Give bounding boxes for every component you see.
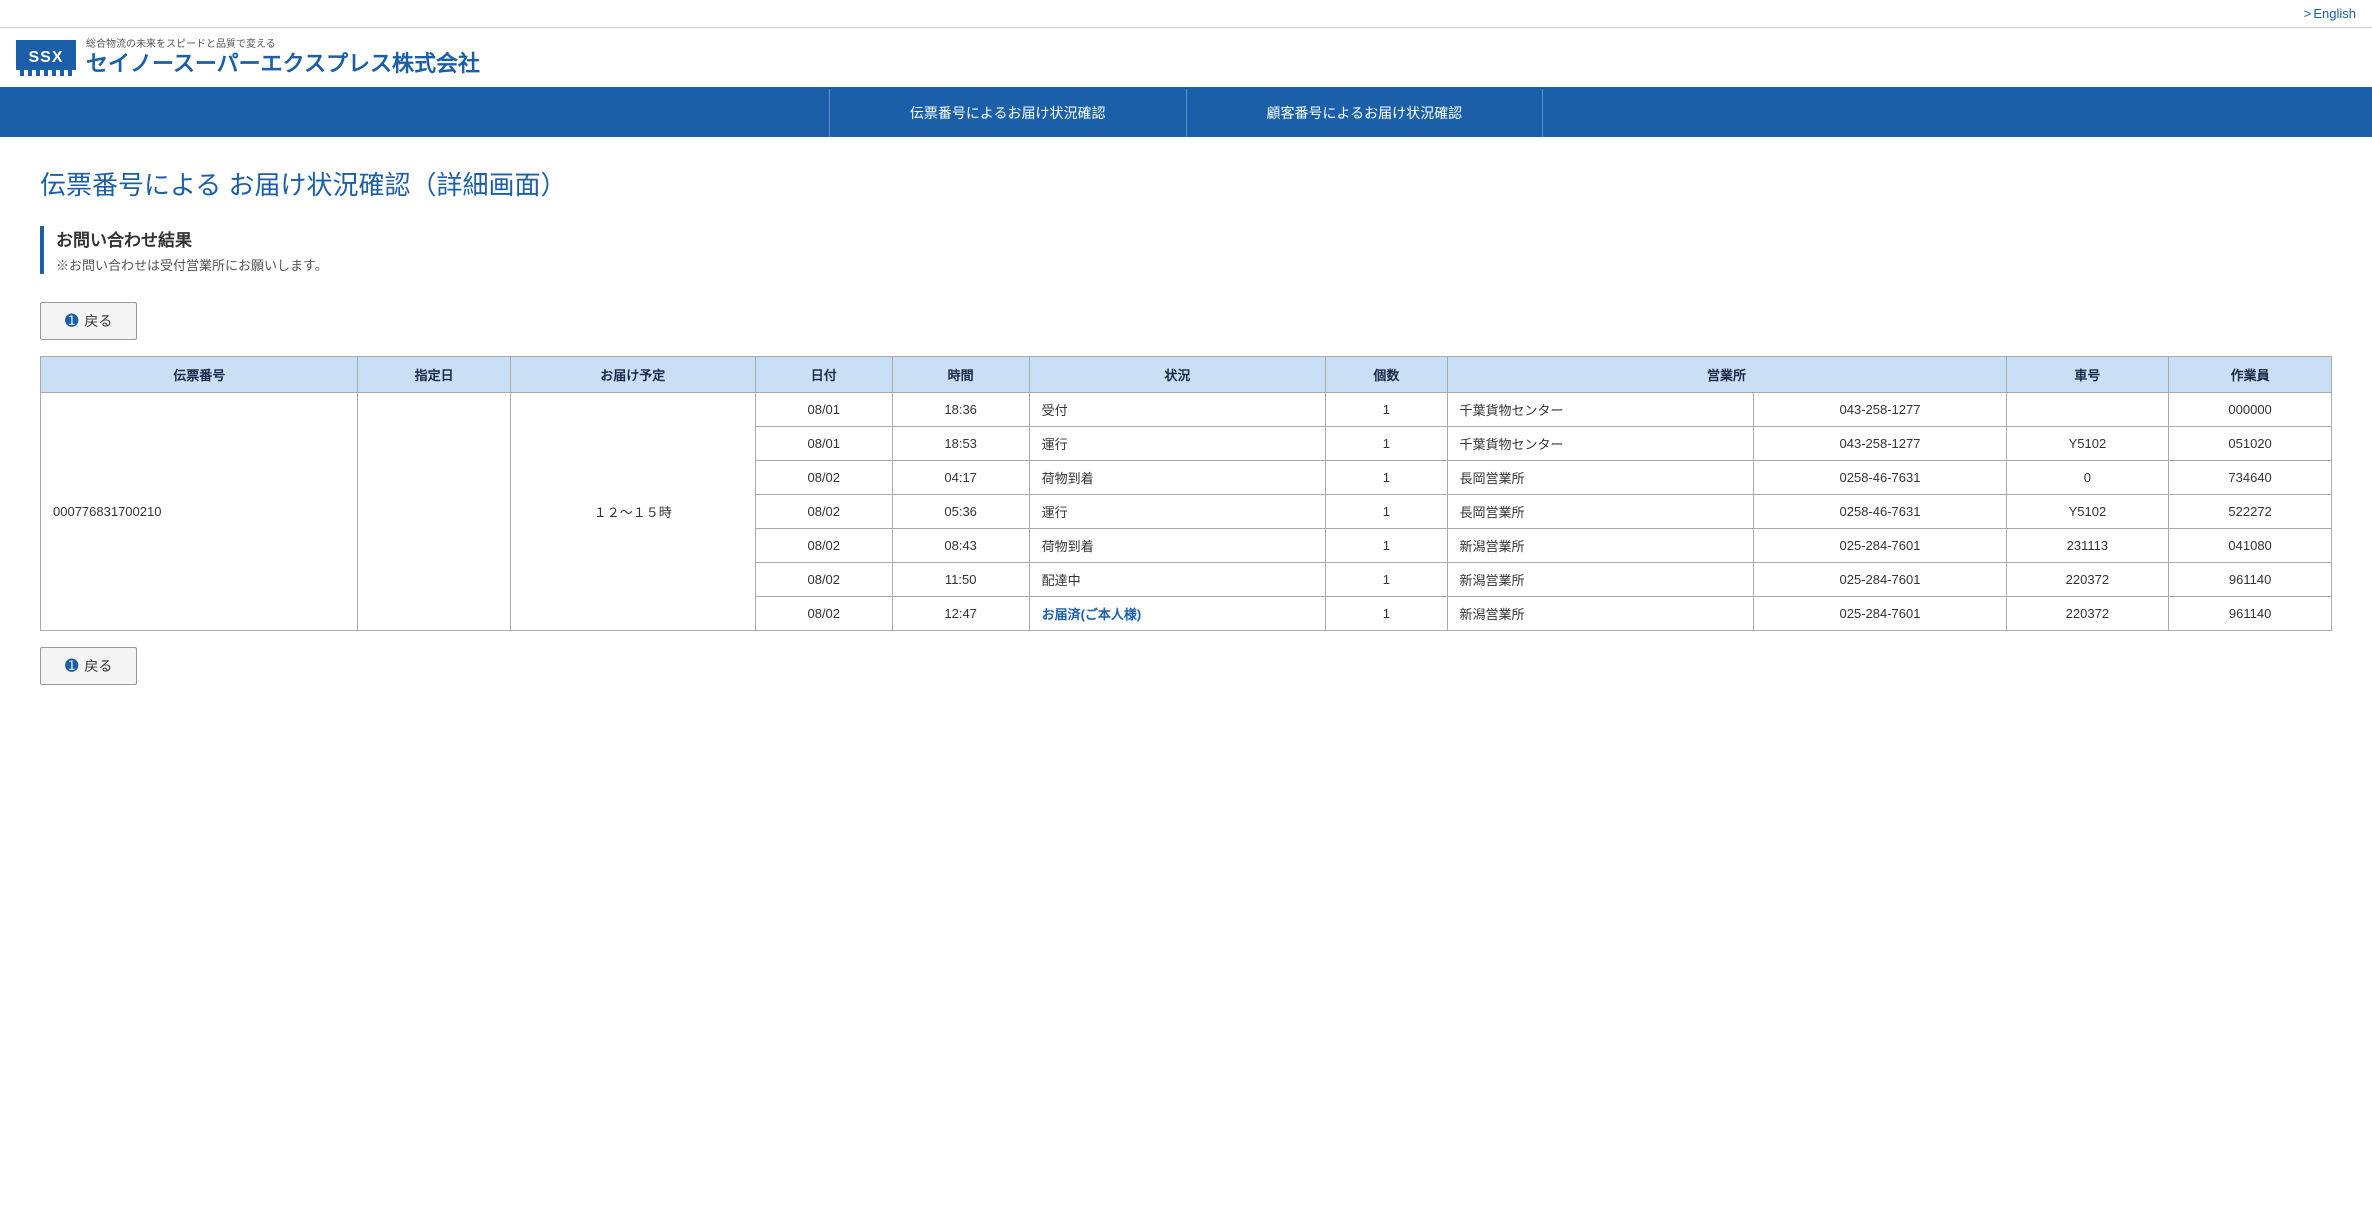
row-car — [2006, 393, 2169, 427]
row-date: 08/02 — [755, 529, 892, 563]
row-date: 08/02 — [755, 461, 892, 495]
row-office-name: 新潟営業所 — [1447, 597, 1754, 631]
row-worker: 734640 — [2169, 461, 2332, 495]
logo-text: SSX — [28, 49, 63, 67]
designated-date — [358, 393, 510, 631]
row-time: 04:17 — [892, 461, 1029, 495]
col-header-delivery-estimate: お届け予定 — [510, 357, 755, 393]
row-worker: 961140 — [2169, 563, 2332, 597]
row-office-phone: 025-284-7601 — [1754, 563, 2006, 597]
row-time: 18:36 — [892, 393, 1029, 427]
row-count: 1 — [1326, 461, 1447, 495]
row-time: 12:47 — [892, 597, 1029, 631]
row-office-name: 新潟営業所 — [1447, 529, 1754, 563]
company-name: セイノースーパーエクスプレス株式会社 — [86, 51, 480, 77]
row-office-name: 長岡営業所 — [1447, 461, 1754, 495]
logo-box: SSX — [16, 40, 76, 76]
page-title: 伝票番号による お届け状況確認（詳細画面） — [40, 165, 2332, 202]
row-count: 1 — [1326, 529, 1447, 563]
row-date: 08/01 — [755, 427, 892, 461]
company-tagline: 総合物流の未来をスピードと品質で変える — [86, 38, 480, 51]
company-text-area: 総合物流の未来をスピードと品質で変える セイノースーパーエクスプレス株式会社 — [86, 38, 480, 77]
row-car: 220372 — [2006, 597, 2169, 631]
row-worker: 522272 — [2169, 495, 2332, 529]
row-date: 08/02 — [755, 495, 892, 529]
row-office-phone: 043-258-1277 — [1754, 393, 2006, 427]
col-header-office: 営業所 — [1447, 357, 2006, 393]
row-worker: 051020 — [2169, 427, 2332, 461]
col-header-worker: 作業員 — [2169, 357, 2332, 393]
col-header-count: 個数 — [1326, 357, 1447, 393]
row-status: 配達中 — [1029, 563, 1326, 597]
row-worker: 961140 — [2169, 597, 2332, 631]
row-office-name: 千葉貨物センター — [1447, 393, 1754, 427]
row-status: 運行 — [1029, 495, 1326, 529]
info-heading: お問い合わせ結果 — [56, 226, 2332, 251]
row-date: 08/02 — [755, 597, 892, 631]
col-header-slip: 伝票番号 — [41, 357, 358, 393]
row-worker: 041080 — [2169, 529, 2332, 563]
row-car: 220372 — [2006, 563, 2169, 597]
col-header-car: 車号 — [2006, 357, 2169, 393]
row-date: 08/02 — [755, 563, 892, 597]
row-worker: 000000 — [2169, 393, 2332, 427]
back-button-top[interactable]: ➊ 戻る — [40, 302, 137, 340]
arrow-icon: > — [2304, 6, 2312, 21]
row-status: 運行 — [1029, 427, 1326, 461]
row-date: 08/01 — [755, 393, 892, 427]
col-header-date: 日付 — [755, 357, 892, 393]
tracking-table: 伝票番号 指定日 お届け予定 日付 時間 状況 個数 営業所 車号 作業員 00… — [40, 356, 2332, 631]
info-box: お問い合わせ結果 ※お問い合わせは受付営業所にお願いします。 — [40, 226, 2332, 274]
row-status: 受付 — [1029, 393, 1326, 427]
nav-item-delivery-by-customer[interactable]: 顧客番号によるお届け状況確認 — [1187, 89, 1544, 137]
row-office-name: 新潟営業所 — [1447, 563, 1754, 597]
row-count: 1 — [1326, 427, 1447, 461]
col-header-status: 状況 — [1029, 357, 1326, 393]
row-count: 1 — [1326, 597, 1447, 631]
header: SSX 総合物流の未来をスピードと品質で変える セイノースーパーエクスプレス株式… — [0, 28, 2372, 89]
row-time: 11:50 — [892, 563, 1029, 597]
row-time: 08:43 — [892, 529, 1029, 563]
back-icon-top: ➊ — [65, 311, 78, 331]
row-car: Y5102 — [2006, 427, 2169, 461]
logo-stripes — [16, 70, 76, 76]
row-office-phone: 0258-46-7631 — [1754, 495, 2006, 529]
row-office-phone: 025-284-7601 — [1754, 597, 2006, 631]
row-office-phone: 025-284-7601 — [1754, 529, 2006, 563]
table-row: 000776831700210１２〜１５時08/0118:36受付1千葉貨物セン… — [41, 393, 2332, 427]
nav-item-delivery-by-slip[interactable]: 伝票番号によるお届け状況確認 — [829, 89, 1187, 137]
row-office-phone: 0258-46-7631 — [1754, 461, 2006, 495]
top-bar: > English — [0, 0, 2372, 28]
info-sub: ※お問い合わせは受付営業所にお願いします。 — [56, 255, 2332, 274]
delivery-estimate: １２〜１５時 — [510, 393, 755, 631]
row-car: 231113 — [2006, 529, 2169, 563]
row-time: 18:53 — [892, 427, 1029, 461]
col-header-time: 時間 — [892, 357, 1029, 393]
back-icon-bottom: ➊ — [65, 656, 78, 676]
col-header-designated-date: 指定日 — [358, 357, 510, 393]
row-office-phone: 043-258-1277 — [1754, 427, 2006, 461]
nav-bar: 伝票番号によるお届け状況確認 顧客番号によるお届け状況確認 — [0, 89, 2372, 137]
row-office-name: 長岡営業所 — [1447, 495, 1754, 529]
logo-area: SSX 総合物流の未来をスピードと品質で変える セイノースーパーエクスプレス株式… — [16, 38, 480, 77]
main-content: 伝票番号による お届け状況確認（詳細画面） お問い合わせ結果 ※お問い合わせは受… — [0, 137, 2372, 729]
english-link[interactable]: English — [2313, 6, 2356, 21]
back-button-bottom[interactable]: ➊ 戻る — [40, 647, 137, 685]
row-count: 1 — [1326, 393, 1447, 427]
row-status: 荷物到着 — [1029, 461, 1326, 495]
row-status: お届済(ご本人様) — [1029, 597, 1326, 631]
row-office-name: 千葉貨物センター — [1447, 427, 1754, 461]
row-status: 荷物到着 — [1029, 529, 1326, 563]
row-time: 05:36 — [892, 495, 1029, 529]
row-car: 0 — [2006, 461, 2169, 495]
back-label-top: 戻る — [84, 311, 112, 331]
row-count: 1 — [1326, 495, 1447, 529]
tracking-number: 000776831700210 — [41, 393, 358, 631]
back-label-bottom: 戻る — [84, 656, 112, 676]
row-car: Y5102 — [2006, 495, 2169, 529]
row-count: 1 — [1326, 563, 1447, 597]
